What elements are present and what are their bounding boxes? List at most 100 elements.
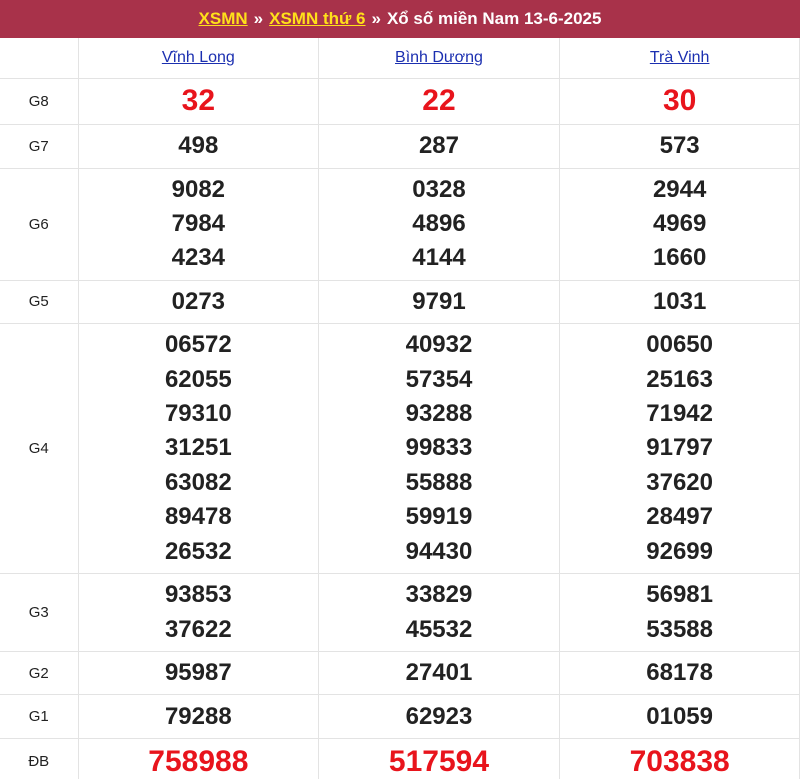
prize-number: 4144	[412, 244, 466, 272]
prize-number: 498	[178, 131, 219, 159]
prize-cell: 68178	[558, 650, 800, 696]
prize-cell: 517594	[318, 738, 560, 779]
prize-number: 79310	[164, 400, 232, 428]
prize-number: 30	[662, 83, 697, 117]
prize-number: 62055	[164, 365, 232, 393]
prize-number: 2944	[652, 175, 707, 203]
prize-label: ĐB	[0, 738, 79, 779]
prize-number: 68178	[646, 658, 714, 686]
prize-cell: 573	[558, 123, 800, 169]
prize-number: 758988	[148, 744, 249, 778]
prize-label: G3	[0, 573, 79, 652]
prize-number: 287	[418, 131, 459, 159]
province-header-binh-duong: Bình Dương	[318, 38, 560, 79]
prize-cell: 9082 7984 4234	[77, 167, 320, 281]
prize-number: 37620	[646, 468, 714, 496]
prize-cell: 2944 4969 1660	[558, 167, 800, 281]
prize-cell: 498	[77, 123, 320, 169]
prize-number: 9791	[412, 287, 466, 315]
prize-row: G8 32 22 30	[0, 77, 800, 125]
prize-label: G2	[0, 650, 79, 696]
prize-number: 31251	[164, 434, 232, 462]
prize-cell: 27401	[318, 650, 560, 696]
prize-label: G5	[0, 279, 79, 325]
prize-number: 4969	[652, 209, 707, 237]
prize-cell: 95987	[77, 650, 320, 696]
prize-number: 00650	[646, 331, 714, 359]
prize-cell: 01059	[558, 694, 800, 740]
prize-cell: 93853 37622	[77, 573, 320, 652]
prize-number: 4234	[171, 244, 226, 272]
prize-number: 1660	[652, 244, 707, 272]
prize-row: G7 498 287 573	[0, 123, 800, 169]
breadcrumb-separator: »	[253, 9, 264, 28]
prize-cell: 40932 57354 93288 99833 55888 59919 94430	[318, 323, 560, 575]
prize-label: G6	[0, 167, 79, 281]
prize-label: G8	[0, 77, 79, 125]
prize-number: 40932	[405, 331, 473, 359]
prize-number: 62923	[405, 702, 473, 730]
prize-number: 57354	[405, 365, 473, 393]
xsmn-friday-link[interactable]: XSMN thứ 6	[269, 9, 365, 29]
prize-number: 7984	[171, 209, 226, 237]
prize-cell: 06572 62055 79310 31251 63082 89478 26532	[77, 323, 320, 575]
prize-row: G1 79288 62923 01059	[0, 694, 800, 740]
prize-cell: 758988	[77, 738, 320, 779]
prize-number: 26532	[164, 537, 232, 565]
prize-number: 25163	[646, 365, 714, 393]
prize-cell: 703838	[558, 738, 800, 779]
prize-number: 89478	[164, 503, 232, 531]
prize-label: G1	[0, 694, 79, 740]
prize-number: 517594	[388, 744, 490, 778]
prize-number: 573	[659, 131, 700, 159]
prize-number: 33829	[405, 581, 473, 609]
prize-number: 53588	[646, 615, 714, 643]
prize-row: G5 0273 9791 1031	[0, 279, 800, 325]
prize-number: 56981	[646, 581, 714, 609]
prize-number: 22	[422, 83, 456, 117]
breadcrumb-separator: »	[371, 9, 381, 28]
province-link-binh-duong[interactable]: Bình Dương	[395, 49, 483, 66]
prize-number: 99833	[405, 434, 473, 462]
prize-number: 0328	[412, 175, 466, 203]
prize-label: G4	[0, 323, 79, 575]
prize-cell: 30	[558, 77, 800, 125]
prize-cell: 56981 53588	[558, 573, 800, 652]
prize-cell: 287	[318, 123, 560, 169]
prize-number: 59919	[405, 503, 473, 531]
prize-number: 32	[181, 83, 216, 117]
province-link-tra-vinh[interactable]: Trà Vinh	[650, 49, 710, 66]
province-header-vinh-long: Vĩnh Long	[77, 38, 320, 79]
prize-cell: 9791	[318, 279, 560, 325]
prize-cell: 33829 45532	[318, 573, 560, 652]
page-header: XSMN » XSMN thứ 6 » Xổ số miền Nam 13-6-…	[0, 0, 800, 38]
prize-number: 703838	[629, 744, 730, 778]
prize-row: ĐB 758988 517594 703838	[0, 738, 800, 779]
prize-number: 1031	[652, 287, 707, 315]
prize-row: G4 06572 62055 79310 31251 63082 89478 26532 409…	[0, 323, 800, 575]
prize-number: 55888	[405, 468, 473, 496]
prize-row: G6 9082 7984 4234 0328 4896 4144 2944 4969 1660	[0, 167, 800, 281]
page-title: Xổ số miền Nam 13-6-2025	[386, 9, 602, 28]
prize-number: 45532	[405, 615, 473, 643]
prize-cell: 0273	[77, 279, 320, 325]
prize-cell: 0328 4896 4144	[318, 167, 560, 281]
prize-number: 28497	[646, 503, 714, 531]
prize-number: 37622	[164, 615, 232, 643]
prize-number: 27401	[405, 658, 473, 686]
corner-cell	[0, 38, 79, 79]
prize-number: 92699	[646, 537, 714, 565]
prize-cell: 22	[318, 77, 560, 125]
xsmn-link[interactable]: XSMN	[199, 9, 248, 29]
province-link-vinh-long[interactable]: Vĩnh Long	[162, 49, 235, 66]
prize-label: G7	[0, 123, 79, 169]
prize-cell: 00650 25163 71942 91797 37620 28497 92699	[558, 323, 800, 575]
prize-number: 71942	[646, 400, 714, 428]
results-table: Vĩnh Long Bình Dương Trà Vinh G8 32 22 30 G7…	[0, 38, 800, 779]
prize-row: G3 93853 37622 33829 45532 56981 53588	[0, 573, 800, 652]
prize-cell: 62923	[318, 694, 560, 740]
prize-number: 01059	[646, 702, 714, 730]
prize-cell: 1031	[558, 279, 800, 325]
prize-number: 9082	[171, 175, 226, 203]
prize-number: 93853	[164, 581, 232, 609]
